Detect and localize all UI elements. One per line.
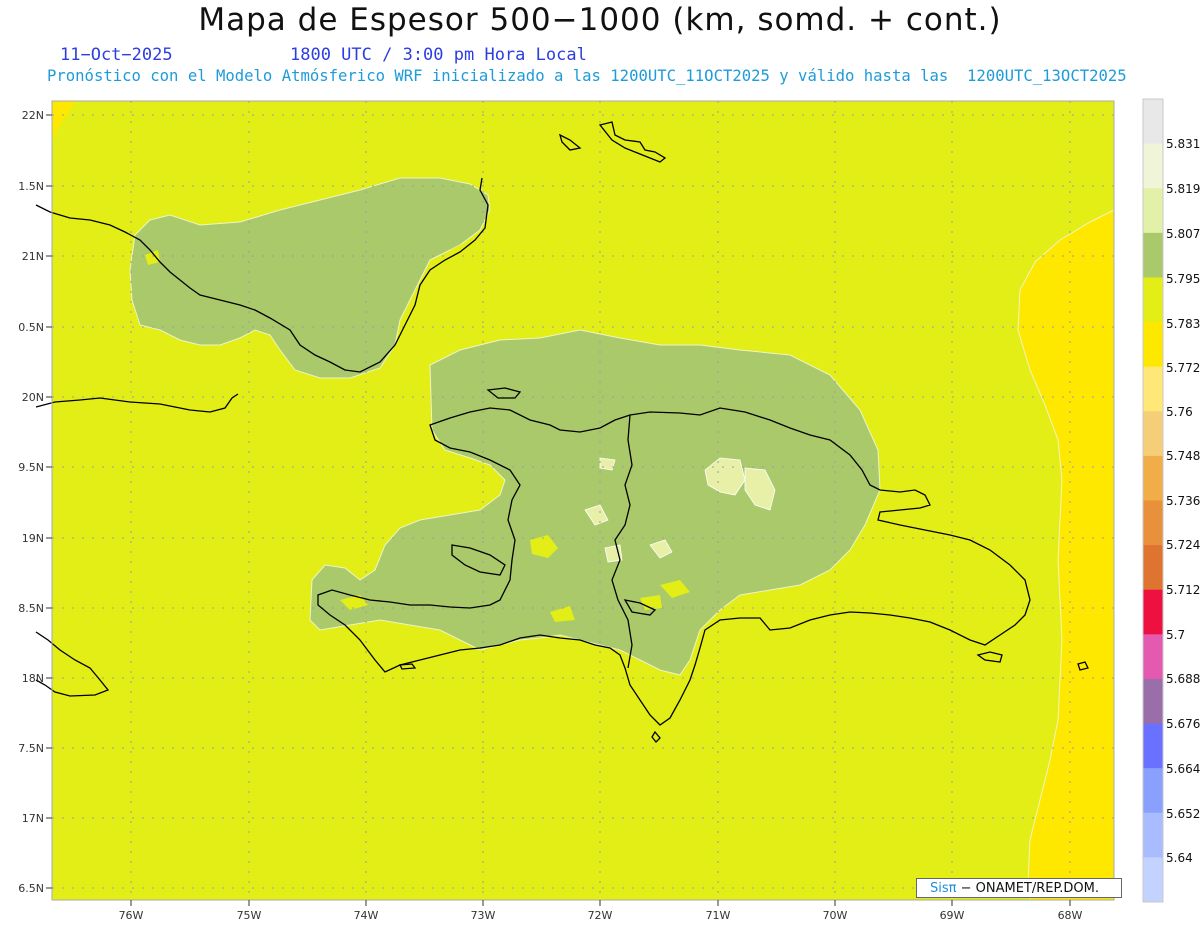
colorbar-label: 5.807 xyxy=(1166,227,1200,241)
lat-label: 19N xyxy=(22,532,44,545)
colorbar-swatch xyxy=(1143,768,1163,814)
credit-text: − ONAMET/REP.DOM. xyxy=(956,881,1100,896)
colorbar-swatch xyxy=(1143,143,1163,189)
colorbar-label: 5.664 xyxy=(1166,762,1200,776)
lon-labels: 76W 75W 74W 73W 72W 71W 70W 69W 68W xyxy=(119,909,1083,922)
colorbar-label: 5.688 xyxy=(1166,672,1200,686)
colorbar-swatch xyxy=(1143,812,1163,858)
credit-badge: Sisπ − ONAMET/REP.DOM. xyxy=(916,878,1122,898)
lat-label: 9.5N xyxy=(18,461,44,474)
credit-brand: Sisπ xyxy=(930,881,957,896)
lat-label: 20N xyxy=(22,391,44,404)
lat-label: 6.5N xyxy=(18,882,44,895)
colorbar-label: 5.7 xyxy=(1166,628,1186,642)
colorbar-label: 5.748 xyxy=(1166,449,1200,463)
lon-label: 74W xyxy=(354,909,379,922)
colorbar-label: 5.772 xyxy=(1166,361,1200,375)
colorbar-swatch xyxy=(1143,99,1163,145)
colorbar-label: 5.76 xyxy=(1166,405,1193,419)
colorbar-swatch xyxy=(1143,857,1163,903)
colorbar-swatch xyxy=(1143,500,1163,546)
colorbar-label: 5.783 xyxy=(1166,317,1200,331)
colorbar-label: 5.712 xyxy=(1166,583,1200,597)
colorbar-label: 5.64 xyxy=(1166,851,1193,865)
colorbar-swatch xyxy=(1143,678,1163,725)
lat-label: 22N xyxy=(22,109,44,122)
colorbar-swatch xyxy=(1143,455,1163,501)
lat-labels: 22N 1.5N 21N 0.5N 20N 9.5N 19N 8.5N 18N … xyxy=(18,109,44,895)
colorbar-label: 5.831 xyxy=(1166,137,1200,151)
colorbar-swatch xyxy=(1143,634,1163,680)
colorbar xyxy=(1143,99,1163,903)
lon-label: 75W xyxy=(237,909,262,922)
colorbar-label: 5.676 xyxy=(1166,717,1200,731)
lat-label: 1.5N xyxy=(18,180,44,193)
colorbar-swatch xyxy=(1143,411,1163,457)
thickness-map: 22N 1.5N 21N 0.5N 20N 9.5N 19N 8.5N 18N … xyxy=(18,98,1164,922)
colorbar-label: 5.736 xyxy=(1166,494,1200,508)
lon-label: 72W xyxy=(588,909,613,922)
lat-label: 7.5N xyxy=(18,742,44,755)
colorbar-label: 5.652 xyxy=(1166,807,1200,821)
lat-label: 8.5N xyxy=(18,602,44,615)
colorbar-label: 5.819 xyxy=(1166,182,1200,196)
colorbar-swatch xyxy=(1143,322,1163,368)
colorbar-swatch xyxy=(1143,188,1163,234)
colorbar-swatch xyxy=(1143,277,1163,323)
lon-label: 69W xyxy=(940,909,965,922)
lon-label: 71W xyxy=(706,909,731,922)
colorbar-swatch xyxy=(1143,723,1163,769)
lat-label: 21N xyxy=(22,250,44,263)
colorbar-label: 5.795 xyxy=(1166,272,1200,286)
lon-label: 76W xyxy=(119,909,144,922)
lat-label: 17N xyxy=(22,812,44,825)
lon-label: 70W xyxy=(823,909,848,922)
lon-label: 73W xyxy=(471,909,496,922)
colorbar-swatch xyxy=(1143,232,1163,278)
colorbar-label: 5.724 xyxy=(1166,538,1200,552)
lat-label: 18N xyxy=(22,672,44,685)
colorbar-swatch xyxy=(1143,589,1163,635)
colorbar-swatch xyxy=(1143,545,1163,591)
lat-label: 0.5N xyxy=(18,321,44,334)
colorbar-swatch xyxy=(1143,366,1163,412)
lon-label: 68W xyxy=(1058,909,1083,922)
